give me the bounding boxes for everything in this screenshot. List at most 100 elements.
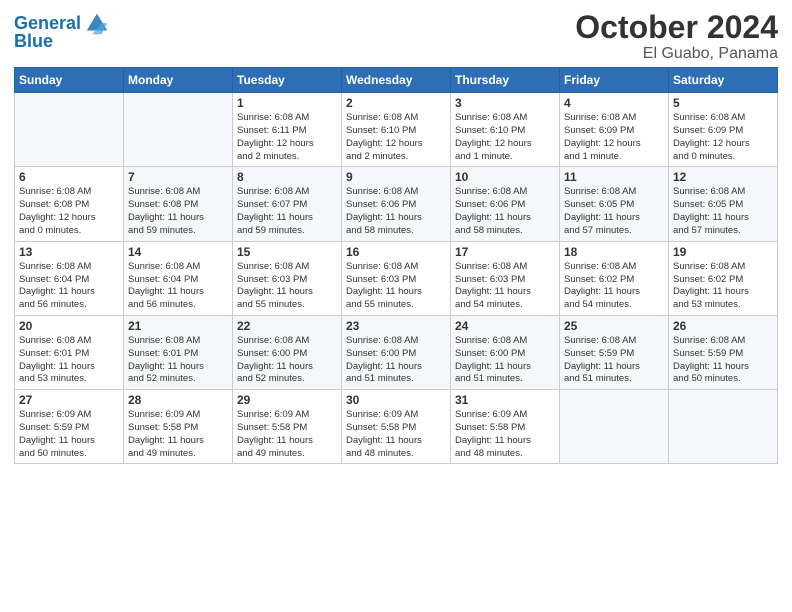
calendar-cell	[560, 390, 669, 464]
weekday-header-saturday: Saturday	[669, 68, 778, 93]
day-detail: Sunrise: 6:08 AMSunset: 6:07 PMDaylight:…	[237, 186, 337, 237]
calendar-cell: 30 Sunrise: 6:09 AMSunset: 5:58 PMDayligh…	[342, 390, 451, 464]
calendar-week-row: 13 Sunrise: 6:08 AMSunset: 6:04 PMDayligh…	[15, 241, 778, 315]
day-number: 6	[19, 170, 119, 184]
calendar-cell: 11 Sunrise: 6:08 AMSunset: 6:05 PMDayligh…	[560, 167, 669, 241]
day-number: 26	[673, 319, 773, 333]
day-detail: Sunrise: 6:08 AMSunset: 6:09 PMDaylight:…	[673, 112, 773, 163]
calendar-cell	[15, 93, 124, 167]
day-number: 4	[564, 96, 664, 110]
day-detail: Sunrise: 6:09 AMSunset: 5:58 PMDaylight:…	[346, 409, 446, 460]
day-detail: Sunrise: 6:09 AMSunset: 5:58 PMDaylight:…	[128, 409, 228, 460]
calendar-cell: 23Sunrise: 6:08 AMSunset: 6:00 PMDayligh…	[342, 315, 451, 389]
day-number: 23	[346, 319, 446, 333]
calendar-cell: 15Sunrise: 6:08 AMSunset: 6:03 PMDayligh…	[233, 241, 342, 315]
calendar-cell: 16 Sunrise: 6:08 AMSunset: 6:03 PMDayligh…	[342, 241, 451, 315]
calendar-week-row: 6 Sunrise: 6:08 AMSunset: 6:08 PMDaylight…	[15, 167, 778, 241]
calendar-cell: 12Sunrise: 6:08 AMSunset: 6:05 PMDayligh…	[669, 167, 778, 241]
calendar-cell: 19 Sunrise: 6:08 AMSunset: 6:02 PMDayligh…	[669, 241, 778, 315]
calendar-cell: 3Sunrise: 6:08 AMSunset: 6:10 PMDaylight…	[451, 93, 560, 167]
calendar-cell: 1 Sunrise: 6:08 AMSunset: 6:11 PMDaylight…	[233, 93, 342, 167]
calendar-cell	[124, 93, 233, 167]
calendar-cell: 4 Sunrise: 6:08 AMSunset: 6:09 PMDaylight…	[560, 93, 669, 167]
weekday-header-wednesday: Wednesday	[342, 68, 451, 93]
calendar-cell	[669, 390, 778, 464]
day-detail: Sunrise: 6:08 AMSunset: 6:00 PMDaylight:…	[455, 335, 555, 386]
day-number: 7	[128, 170, 228, 184]
day-detail: Sunrise: 6:08 AMSunset: 5:59 PMDaylight:…	[673, 335, 773, 386]
weekday-header-monday: Monday	[124, 68, 233, 93]
logo-icon	[83, 10, 111, 38]
day-number: 21	[128, 319, 228, 333]
day-detail: Sunrise: 6:08 AMSunset: 6:05 PMDaylight:…	[564, 186, 664, 237]
calendar-cell: 5Sunrise: 6:08 AMSunset: 6:09 PMDaylight…	[669, 93, 778, 167]
day-detail: Sunrise: 6:08 AMSunset: 6:11 PMDaylight:…	[237, 112, 337, 163]
day-number: 31	[455, 393, 555, 407]
calendar-cell: 18 Sunrise: 6:08 AMSunset: 6:02 PMDayligh…	[560, 241, 669, 315]
day-detail: Sunrise: 6:08 AMSunset: 6:01 PMDaylight:…	[128, 335, 228, 386]
month-info: October 2024 El Guabo, Panama	[575, 10, 778, 63]
day-detail: Sunrise: 6:08 AMSunset: 6:10 PMDaylight:…	[455, 112, 555, 163]
day-number: 12	[673, 170, 773, 184]
day-detail: Sunrise: 6:08 AMSunset: 6:02 PMDaylight:…	[673, 261, 773, 312]
day-number: 1	[237, 96, 337, 110]
calendar-week-row: 1 Sunrise: 6:08 AMSunset: 6:11 PMDaylight…	[15, 93, 778, 167]
month-title: October 2024	[575, 10, 778, 45]
day-number: 19	[673, 245, 773, 259]
day-number: 16	[346, 245, 446, 259]
day-number: 10	[455, 170, 555, 184]
location: El Guabo, Panama	[575, 45, 778, 63]
day-detail: Sunrise: 6:08 AMSunset: 6:08 PMDaylight:…	[128, 186, 228, 237]
day-number: 29	[237, 393, 337, 407]
calendar-cell: 25Sunrise: 6:08 AMSunset: 5:59 PMDayligh…	[560, 315, 669, 389]
day-detail: Sunrise: 6:08 AMSunset: 6:03 PMDaylight:…	[346, 261, 446, 312]
weekday-header-tuesday: Tuesday	[233, 68, 342, 93]
calendar-week-row: 27Sunrise: 6:09 AMSunset: 5:59 PMDayligh…	[15, 390, 778, 464]
day-detail: Sunrise: 6:08 AMSunset: 6:02 PMDaylight:…	[564, 261, 664, 312]
calendar-cell: 6Sunrise: 6:08 AMSunset: 6:08 PMDaylight…	[15, 167, 124, 241]
day-number: 28	[128, 393, 228, 407]
day-detail: Sunrise: 6:08 AMSunset: 6:09 PMDaylight:…	[564, 112, 664, 163]
calendar-cell: 17 Sunrise: 6:08 AMSunset: 6:03 PMDayligh…	[451, 241, 560, 315]
weekday-header-sunday: Sunday	[15, 68, 124, 93]
weekday-header-thursday: Thursday	[451, 68, 560, 93]
day-detail: Sunrise: 6:08 AMSunset: 6:03 PMDaylight:…	[455, 261, 555, 312]
logo: General Blue	[14, 10, 111, 52]
calendar-cell: 31 Sunrise: 6:09 AMSunset: 5:58 PMDayligh…	[451, 390, 560, 464]
day-number: 30	[346, 393, 446, 407]
calendar-cell: 29Sunrise: 6:09 AMSunset: 5:58 PMDayligh…	[233, 390, 342, 464]
day-number: 11	[564, 170, 664, 184]
page-container: General Blue October 2024 El Guabo, Pana…	[0, 0, 792, 470]
day-detail: Sunrise: 6:08 AMSunset: 6:10 PMDaylight:…	[346, 112, 446, 163]
weekday-header-row: SundayMondayTuesdayWednesdayThursdayFrid…	[15, 68, 778, 93]
day-number: 18	[564, 245, 664, 259]
calendar-cell: 28 Sunrise: 6:09 AMSunset: 5:58 PMDayligh…	[124, 390, 233, 464]
calendar-cell: 21 Sunrise: 6:08 AMSunset: 6:01 PMDayligh…	[124, 315, 233, 389]
day-detail: Sunrise: 6:09 AMSunset: 5:58 PMDaylight:…	[455, 409, 555, 460]
calendar-week-row: 20 Sunrise: 6:08 AMSunset: 6:01 PMDayligh…	[15, 315, 778, 389]
day-number: 17	[455, 245, 555, 259]
day-number: 22	[237, 319, 337, 333]
day-detail: Sunrise: 6:08 AMSunset: 6:01 PMDaylight:…	[19, 335, 119, 386]
calendar-cell: 24Sunrise: 6:08 AMSunset: 6:00 PMDayligh…	[451, 315, 560, 389]
calendar-cell: 26 Sunrise: 6:08 AMSunset: 5:59 PMDayligh…	[669, 315, 778, 389]
weekday-header-friday: Friday	[560, 68, 669, 93]
day-number: 8	[237, 170, 337, 184]
day-detail: Sunrise: 6:08 AMSunset: 6:04 PMDaylight:…	[19, 261, 119, 312]
day-number: 9	[346, 170, 446, 184]
calendar-cell: 7 Sunrise: 6:08 AMSunset: 6:08 PMDaylight…	[124, 167, 233, 241]
day-number: 2	[346, 96, 446, 110]
day-detail: Sunrise: 6:09 AMSunset: 5:59 PMDaylight:…	[19, 409, 119, 460]
day-detail: Sunrise: 6:08 AMSunset: 6:06 PMDaylight:…	[346, 186, 446, 237]
day-number: 13	[19, 245, 119, 259]
calendar-cell: 10 Sunrise: 6:08 AMSunset: 6:06 PMDayligh…	[451, 167, 560, 241]
day-number: 20	[19, 319, 119, 333]
header: General Blue October 2024 El Guabo, Pana…	[14, 10, 778, 63]
calendar-cell: 20 Sunrise: 6:08 AMSunset: 6:01 PMDayligh…	[15, 315, 124, 389]
day-number: 25	[564, 319, 664, 333]
calendar-cell: 14Sunrise: 6:08 AMSunset: 6:04 PMDayligh…	[124, 241, 233, 315]
day-detail: Sunrise: 6:08 AMSunset: 6:03 PMDaylight:…	[237, 261, 337, 312]
day-detail: Sunrise: 6:08 AMSunset: 6:06 PMDaylight:…	[455, 186, 555, 237]
calendar-cell: 27Sunrise: 6:09 AMSunset: 5:59 PMDayligh…	[15, 390, 124, 464]
calendar-cell: 9 Sunrise: 6:08 AMSunset: 6:06 PMDaylight…	[342, 167, 451, 241]
